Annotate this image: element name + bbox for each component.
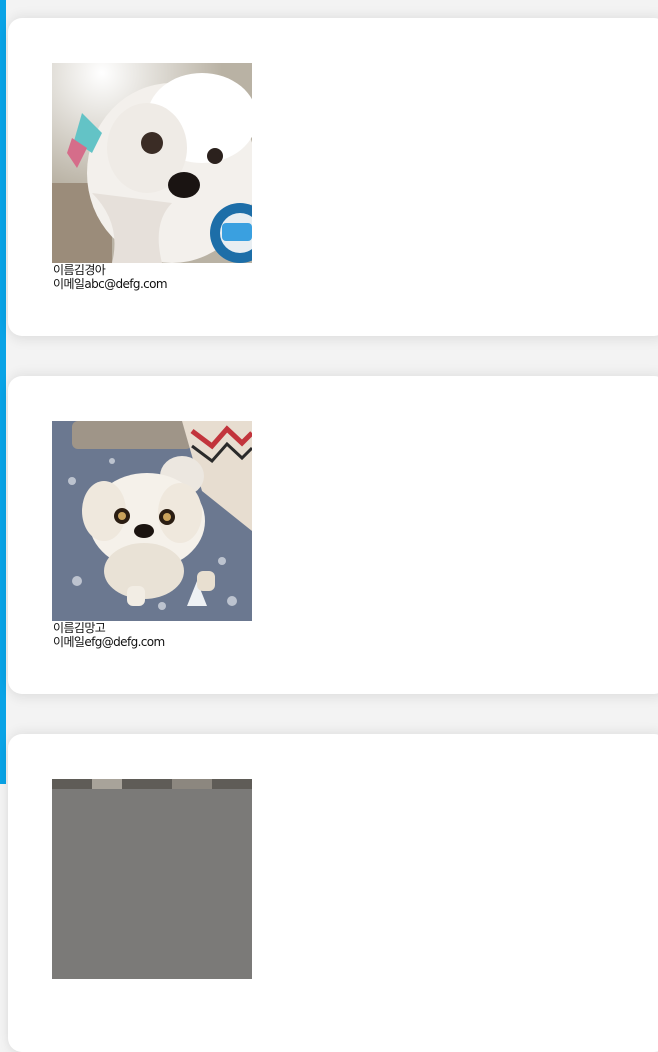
- user-photo: [52, 779, 252, 979]
- email-label: 이메일: [53, 277, 85, 291]
- user-card: 이름김경아 이메일abc@defg.com: [8, 18, 658, 336]
- user-photo: [52, 421, 252, 621]
- name-value: 김망고: [73, 621, 106, 635]
- user-card: 이름김망고 이메일efg@defg.com: [8, 376, 658, 694]
- name-row: 이름김망고: [53, 621, 165, 635]
- dog-photo-image: [52, 779, 252, 979]
- name-row: 이름김경아: [53, 263, 167, 277]
- name-value: 김경아: [73, 263, 106, 277]
- user-photo: [52, 63, 252, 263]
- user-card: [8, 734, 658, 1052]
- email-label: 이메일: [53, 635, 85, 649]
- user-info: 이름김경아 이메일abc@defg.com: [53, 263, 168, 291]
- email-value: abc@defg.com: [84, 277, 167, 291]
- dog-photo-image: [52, 421, 252, 621]
- user-info: 이름김망고 이메일efg@defg.com: [53, 621, 165, 649]
- email-row: 이메일abc@defg.com: [53, 277, 168, 291]
- dog-photo-image: [52, 63, 252, 263]
- name-label: 이름: [53, 263, 74, 277]
- email-row: 이메일efg@defg.com: [53, 635, 165, 649]
- email-value: efg@defg.com: [84, 635, 165, 649]
- user-card-list[interactable]: 이름김경아 이메일abc@defg.com 이름김망고 이메일efg@defg.…: [6, 0, 658, 1052]
- name-label: 이름: [53, 621, 74, 635]
